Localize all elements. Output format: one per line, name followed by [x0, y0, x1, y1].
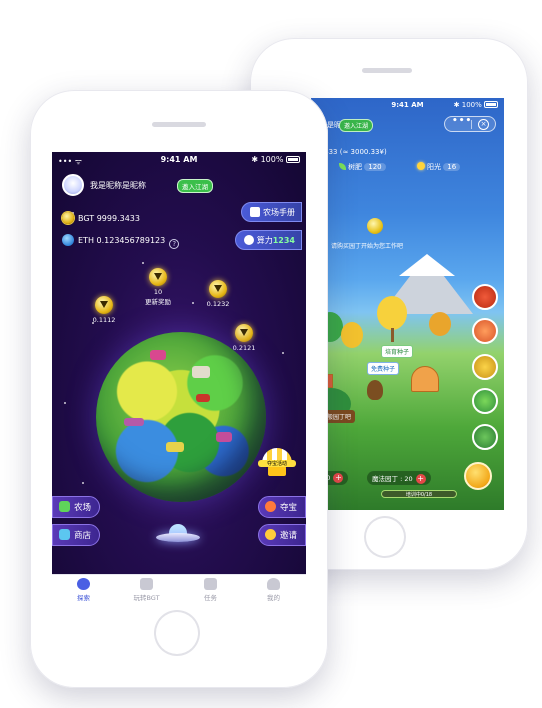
- close-icon[interactable]: ×: [478, 119, 489, 130]
- side-pot-icon[interactable]: [472, 354, 498, 380]
- status-battery: ✱ 100%: [454, 101, 498, 109]
- coin-icon[interactable]: [367, 218, 383, 234]
- profile-icon: [267, 578, 280, 590]
- farm-button[interactable]: 农场: [52, 496, 101, 518]
- miniprogram-capsule: ••• ×: [444, 116, 496, 132]
- fruit-label[interactable]: 免费种子: [367, 362, 400, 375]
- tree-trunk: [391, 328, 394, 342]
- farm-manual-button[interactable]: 农场手册: [241, 202, 302, 222]
- hint-text: 请购买园丁开始为您工作吧: [331, 243, 404, 250]
- sunlight-value: 16: [443, 163, 461, 171]
- back-phone-screen: 9:41 AM ✱ 100% 昵称是昵称 邀入江湖 ••• × 9.3433 (…: [311, 98, 504, 510]
- front-phone-speaker: [152, 122, 206, 127]
- status-bar: ••• ᯤ 9:41 AM ✱ 100%: [52, 155, 306, 167]
- seed-sprout[interactable]: [367, 380, 383, 400]
- leaf-icon: [339, 163, 346, 170]
- reward-icon: [95, 296, 113, 314]
- tree: [341, 322, 363, 348]
- reward-icon: [235, 324, 253, 342]
- sun-icon: [417, 162, 425, 170]
- shop-button[interactable]: 商店: [52, 524, 101, 546]
- tab-profile[interactable]: 我的: [242, 578, 305, 602]
- tab-explore[interactable]: 探索: [52, 578, 115, 602]
- bgt-icon: [62, 212, 74, 224]
- help-icon[interactable]: ?: [169, 239, 180, 249]
- status-time: 9:41 AM: [391, 101, 424, 109]
- planet-patch: [192, 366, 210, 378]
- add-icon[interactable]: +: [415, 474, 426, 484]
- planet-patch: [124, 418, 144, 426]
- training-progress: 培训中0/18: [381, 490, 457, 498]
- back-phone-speaker: [362, 68, 412, 73]
- front-phone-home-button[interactable]: [154, 610, 200, 656]
- book-icon: [250, 207, 260, 217]
- tab-play-bgt[interactable]: 玩转BGT: [115, 578, 178, 602]
- seed-house[interactable]: [411, 366, 439, 392]
- reward-bubble[interactable]: 0.1112: [84, 296, 124, 324]
- shop-icon: [59, 529, 70, 540]
- nutrient-value: 120: [364, 163, 386, 171]
- front-phone-screen: ••• ᯤ 9:41 AM ✱ 100% 我是昵称是昵称 邀入江湖 BGT 99…: [52, 152, 306, 604]
- capsule-divider: [471, 120, 472, 129]
- tab-tasks[interactable]: 任务: [179, 578, 242, 602]
- mountain-snow: [399, 254, 455, 276]
- treasure-button[interactable]: 夺宝: [257, 496, 306, 518]
- invite-icon: [264, 529, 276, 540]
- join-badge[interactable]: 邀入江湖: [339, 119, 374, 132]
- magic-gardener-chip: 魔法园丁 : 20 +: [367, 471, 431, 485]
- planet-patch: [166, 442, 184, 452]
- side-leaf-icon[interactable]: [472, 388, 498, 414]
- side-activity-icon[interactable]: [472, 284, 498, 310]
- bgt-balance: BGT 9999.3433: [62, 212, 140, 224]
- eth-icon: [62, 234, 74, 246]
- reward-icon: [149, 268, 167, 286]
- planet-patch: [150, 350, 166, 360]
- hashrate-button[interactable]: 算力1234: [234, 230, 302, 250]
- side-fruit-icon[interactable]: [472, 318, 498, 344]
- invite-button[interactable]: 邀请: [257, 524, 306, 546]
- tree: [429, 312, 451, 336]
- reward-icon: [209, 280, 227, 298]
- coin-bag-icon: [140, 578, 153, 590]
- seed-label[interactable]: 培育种子: [381, 345, 414, 358]
- planet-icon: [77, 578, 90, 590]
- hashrate-icon: [243, 235, 254, 245]
- nickname: 我是昵称是昵称: [90, 181, 146, 190]
- sunlight-stat: 阳光 16: [417, 162, 461, 172]
- reward-bubble[interactable]: 0.1232: [198, 280, 238, 308]
- treasure-icon: [264, 501, 276, 512]
- planet-patch: [216, 432, 232, 442]
- join-badge[interactable]: 邀入江湖: [177, 179, 213, 193]
- back-phone-home-button[interactable]: [364, 516, 406, 558]
- nutrient-stat: 树肥 120: [339, 162, 386, 172]
- tree: [377, 296, 407, 330]
- task-icon: [204, 578, 217, 590]
- status-battery: ✱ 100%: [251, 155, 300, 164]
- more-icon[interactable]: •••: [452, 116, 472, 126]
- farm-icon: [59, 501, 70, 512]
- planet-barn: [196, 394, 210, 402]
- avatar[interactable]: [62, 174, 84, 196]
- mockup-stage: 9:41 AM ✱ 100% 昵称是昵称 邀入江湖 ••• × 9.3433 (…: [0, 0, 542, 708]
- tab-bar: 探索 玩转BGT 任务 我的: [52, 574, 306, 604]
- side-plant-icon[interactable]: [472, 424, 498, 450]
- reward-bubble[interactable]: 10 更新奖励: [138, 268, 178, 306]
- eth-balance: ETH 0.123456789123?: [62, 234, 183, 249]
- add-icon[interactable]: +: [333, 473, 344, 483]
- sprout-button[interactable]: [464, 462, 492, 490]
- status-bar: 9:41 AM ✱ 100%: [311, 101, 504, 113]
- treasure-balloon[interactable]: 夺宝活动: [258, 448, 296, 480]
- treasure-box-icon: [268, 466, 286, 476]
- ufo-icon[interactable]: [156, 524, 200, 546]
- planet-farm[interactable]: [96, 332, 266, 502]
